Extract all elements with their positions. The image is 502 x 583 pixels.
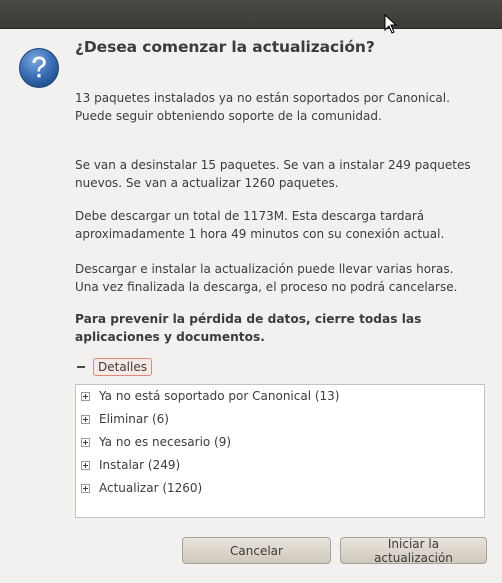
tree-row-label: Actualizar (1260) <box>99 481 203 495</box>
expand-icon[interactable] <box>81 438 90 447</box>
duration-paragraph: Descargar e instalar la actualización pu… <box>75 262 458 294</box>
details-label[interactable]: Detalles <box>93 358 152 376</box>
expand-icon[interactable] <box>81 461 90 470</box>
packages-paragraph: Se van a desinstalar 15 paquetes. Se van… <box>75 158 471 190</box>
tree-row-label: Ya no es necesario (9) <box>99 435 232 449</box>
expand-icon[interactable] <box>81 484 90 493</box>
details-expander[interactable]: Detalles <box>75 357 152 377</box>
tree-row-label: Instalar (249) <box>99 458 181 472</box>
expand-icon[interactable] <box>81 392 90 401</box>
details-tree[interactable]: Ya no está soportado por Canonical (13) … <box>75 384 485 518</box>
tree-row-label: Ya no está soportado por Canonical (13) <box>99 389 340 403</box>
mouse-cursor-icon <box>384 14 398 34</box>
collapse-icon[interactable] <box>75 361 87 373</box>
tree-row-label: Eliminar (6) <box>99 412 169 426</box>
cancel-button[interactable]: Cancelar <box>182 537 331 564</box>
start-upgrade-button[interactable]: Iniciar la actualización <box>340 537 487 565</box>
window-titlebar[interactable] <box>0 0 502 29</box>
data-loss-warning: Para prevenir la pérdida de datos, cierr… <box>75 312 422 344</box>
support-paragraph: 13 paquetes instalados ya no están sopor… <box>75 91 450 123</box>
question-icon <box>19 48 59 88</box>
dialog-title: ¿Desea comenzar la actualización? <box>75 38 375 56</box>
expand-icon[interactable] <box>81 415 90 424</box>
download-paragraph: Debe descargar un total de 1173M. Esta d… <box>75 209 445 241</box>
